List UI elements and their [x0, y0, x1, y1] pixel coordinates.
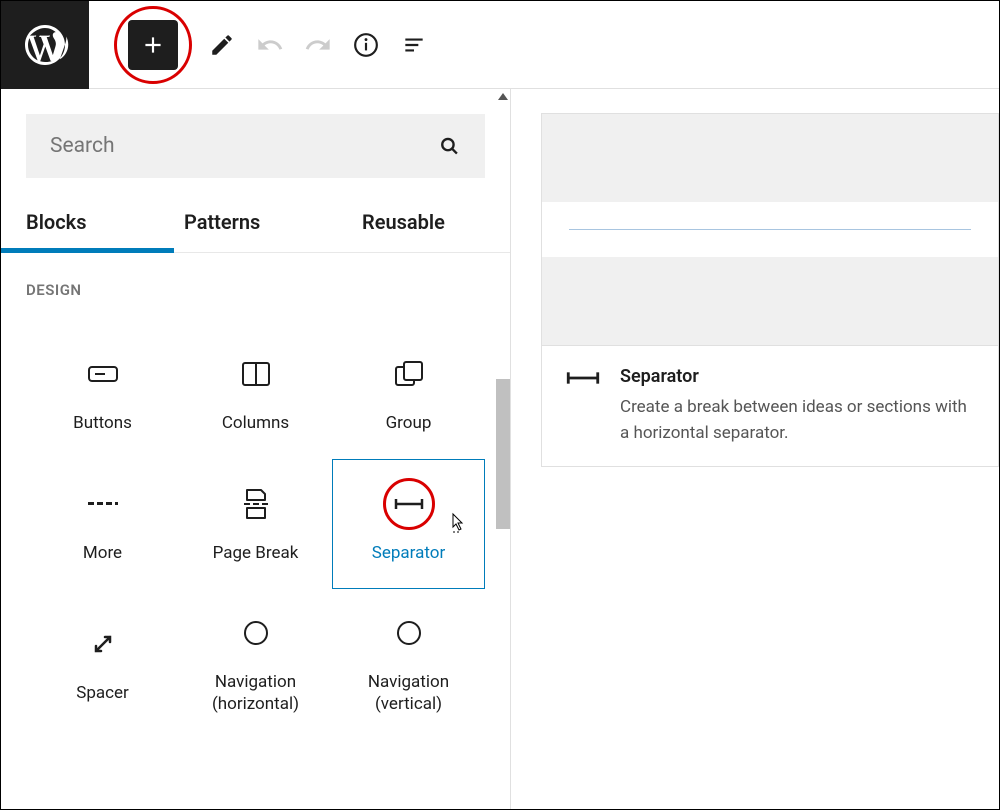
block-more-label: More	[83, 542, 122, 564]
plus-icon	[140, 32, 166, 58]
redo-icon	[304, 31, 332, 59]
block-pagebreak-label: Page Break	[213, 542, 299, 564]
info-button[interactable]	[348, 27, 384, 63]
preview-placeholder-top	[542, 114, 998, 202]
block-navh-label: Navigation (horizontal)	[180, 671, 331, 715]
more-icon	[88, 499, 118, 509]
main-area: Blocks Patterns Reusable DESIGN Buttons …	[1, 89, 999, 809]
separator-icon	[566, 370, 600, 386]
block-nav-vertical[interactable]: Navigation (vertical)	[332, 589, 485, 739]
block-spacer-label: Spacer	[76, 682, 129, 704]
undo-button[interactable]	[252, 27, 288, 63]
wordpress-logo[interactable]	[1, 1, 89, 89]
blocks-grid: Buttons Columns Group More Page Break	[26, 329, 485, 739]
undo-icon	[256, 31, 284, 59]
block-buttons[interactable]: Buttons	[26, 329, 179, 459]
add-block-button[interactable]	[128, 20, 178, 70]
group-icon	[395, 361, 423, 387]
block-buttons-label: Buttons	[73, 412, 132, 434]
scrollbar-up-arrow	[498, 93, 508, 100]
wordpress-icon	[21, 21, 69, 69]
preview-separator	[542, 202, 998, 257]
info-description: Create a break between ideas or sections…	[620, 395, 974, 446]
buttons-icon	[88, 364, 118, 384]
search-box	[26, 114, 485, 178]
pencil-icon	[209, 32, 235, 58]
compass-icon	[396, 620, 422, 646]
block-more[interactable]: More	[26, 459, 179, 589]
block-separator[interactable]: Separator	[332, 459, 485, 589]
tab-patterns[interactable]: Patterns	[174, 200, 332, 252]
block-nav-horizontal[interactable]: Navigation (horizontal)	[179, 589, 332, 739]
section-design-label: DESIGN	[26, 281, 485, 299]
scrollbar[interactable]	[495, 89, 511, 809]
tab-reusable[interactable]: Reusable	[332, 200, 510, 252]
inserter-tabs: Blocks Patterns Reusable	[1, 200, 510, 253]
columns-icon	[242, 362, 270, 386]
compass-icon	[243, 620, 269, 646]
block-preview	[541, 113, 999, 346]
preview-placeholder-bottom	[542, 257, 998, 345]
block-group[interactable]: Group	[332, 329, 485, 459]
block-group-label: Group	[386, 412, 432, 434]
block-spacer[interactable]: Spacer	[26, 589, 179, 739]
toolbar-buttons	[89, 6, 432, 84]
topbar	[1, 1, 999, 89]
pagebreak-icon	[244, 489, 268, 519]
search-input[interactable]	[50, 134, 438, 158]
tab-blocks[interactable]: Blocks	[1, 200, 174, 253]
spacer-icon	[91, 632, 115, 656]
info-icon	[353, 32, 379, 58]
block-navv-label: Navigation (vertical)	[333, 671, 484, 715]
info-title: Separator	[620, 366, 974, 387]
block-columns[interactable]: Columns	[179, 329, 332, 459]
cursor-icon	[446, 512, 466, 536]
list-icon	[401, 32, 427, 58]
scrollbar-thumb[interactable]	[496, 379, 510, 529]
add-highlight-circle	[114, 6, 192, 84]
redo-button[interactable]	[300, 27, 336, 63]
block-info: Separator Create a break between ideas o…	[541, 346, 999, 467]
block-inserter-panel: Blocks Patterns Reusable DESIGN Buttons …	[1, 89, 511, 809]
separator-icon	[394, 497, 424, 511]
separator-highlight-circle	[383, 478, 435, 530]
preview-panel: Separator Create a break between ideas o…	[511, 89, 999, 809]
search-icon	[438, 134, 461, 158]
block-columns-label: Columns	[222, 412, 289, 434]
list-view-button[interactable]	[396, 27, 432, 63]
block-pagebreak[interactable]: Page Break	[179, 459, 332, 589]
edit-button[interactable]	[204, 27, 240, 63]
block-separator-label: Separator	[372, 542, 445, 564]
